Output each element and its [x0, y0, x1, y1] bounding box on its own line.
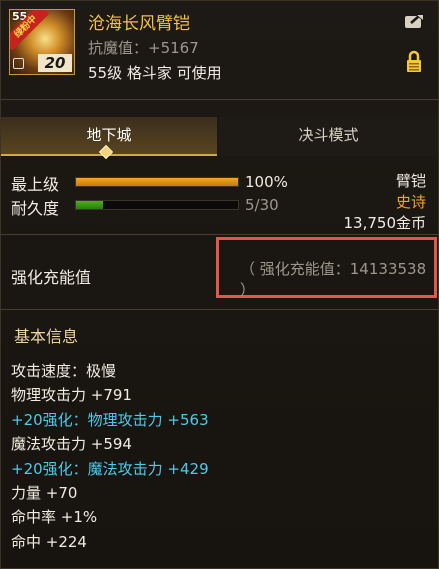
item-name: 沧海长风臂铠 — [88, 14, 190, 34]
header-divider — [1, 99, 438, 100]
item-type: 臂铠 — [395, 172, 426, 190]
lock-icon[interactable] — [406, 49, 422, 73]
basic-info-line: +20强化：物理攻击力 +563 — [11, 410, 209, 429]
charge-value: （ 强化充能值：14133538 ） — [240, 260, 427, 299]
item-resist: 抗魔值：+5167 — [88, 39, 199, 57]
durability-bar — [75, 200, 239, 210]
basic-info-title: 基本信息 — [14, 327, 79, 346]
durability-label: 耐久度 — [11, 199, 60, 218]
basic-info-line: 力量 +70 — [11, 484, 78, 502]
basic-info-line: +20强化：魔法攻击力 +429 — [11, 459, 209, 478]
durability-value: 5/30 — [245, 196, 279, 214]
basic-info-line: 命中 +224 — [11, 532, 87, 551]
basic-info-line: 魔法攻击力 +594 — [11, 435, 132, 454]
basic-info-line: 攻击速度：极慢 — [11, 362, 117, 380]
stats-divider — [1, 234, 438, 235]
share-icon[interactable] — [404, 13, 426, 29]
grade-value: 100% — [245, 173, 288, 191]
durability-bar-fill — [76, 201, 103, 209]
item-price: 13,750金币 — [343, 214, 427, 232]
item-tooltip-panel: 55 绿粉中 20 沧海长风臂铠 抗魔值：+5167 55级 格斗家 可使用 地… — [0, 0, 439, 569]
item-rarity: 史诗 — [395, 193, 426, 211]
icon-lock-icon — [13, 58, 24, 69]
charge-divider — [1, 309, 438, 310]
icon-upgrade-badge: 20 — [38, 54, 72, 72]
grade-bar-fill — [76, 178, 238, 186]
basic-info-line: 命中率 +1% — [11, 508, 98, 527]
item-usable: 55级 格斗家 可使用 — [88, 64, 222, 82]
tab-duel-mode[interactable]: 决斗模式 — [219, 117, 438, 156]
item-icon[interactable]: 55 绿粉中 20 — [9, 9, 75, 75]
basic-info-line: 物理攻击力 +791 — [11, 386, 132, 405]
grade-label: 最上级 — [11, 175, 60, 194]
grade-bar — [75, 177, 239, 187]
charge-label: 强化充能值 — [11, 268, 92, 287]
